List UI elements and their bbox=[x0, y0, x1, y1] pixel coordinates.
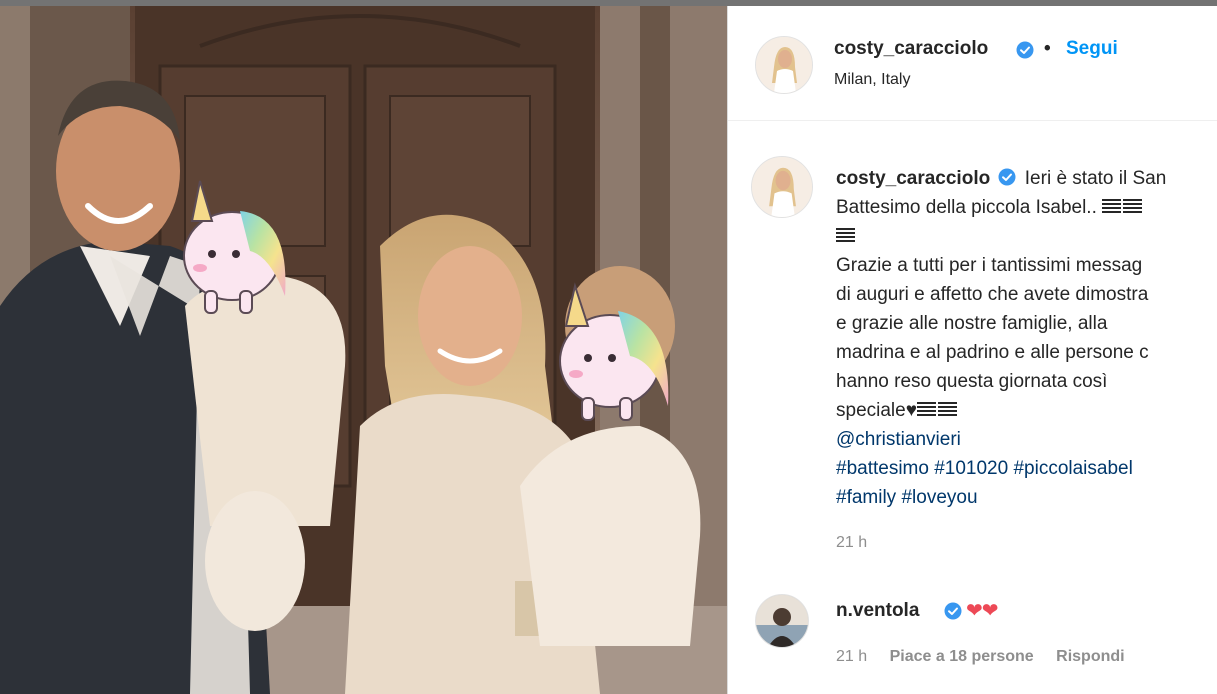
caption-line-2: Battesimo della piccola Isabel.. bbox=[836, 197, 1097, 218]
hashtags-line-2[interactable]: #family #loveyou bbox=[836, 483, 1217, 512]
caption-timestamp[interactable]: 21 h bbox=[836, 534, 867, 552]
follow-button[interactable]: Segui bbox=[1066, 38, 1118, 60]
verified-badge-icon bbox=[1016, 41, 1034, 59]
emoji-placeholder-icon bbox=[1102, 199, 1122, 214]
caption-line-5: di auguri e affetto che avete dimostra bbox=[836, 284, 1149, 305]
caption-line-6: e grazie alle nostre famiglie, alla bbox=[836, 313, 1108, 334]
author-avatar[interactable] bbox=[755, 36, 813, 94]
comment-timestamp[interactable]: 21 h bbox=[836, 648, 867, 665]
caption-line-7: madrina e al padrino e alle persone c bbox=[836, 342, 1149, 363]
mention-link[interactable]: @christianvieri bbox=[836, 425, 1217, 454]
emoji-placeholder-icon bbox=[917, 402, 936, 417]
post-caption: costy_caracciolo Ieri è stato il San Bat… bbox=[836, 164, 1217, 512]
post-photo[interactable] bbox=[0, 6, 727, 694]
comment-likes-button[interactable]: Piace a 18 persone bbox=[890, 648, 1034, 665]
caption-line-9: speciale♥ bbox=[836, 400, 917, 421]
emoji-placeholder-icon bbox=[836, 228, 855, 243]
caption-author-avatar[interactable] bbox=[751, 156, 813, 218]
comment-meta: 21 h Piace a 18 persone Rispondi bbox=[836, 648, 1143, 666]
reply-button[interactable]: Rispondi bbox=[1056, 648, 1124, 665]
verified-badge-icon bbox=[944, 602, 962, 620]
caption-line-4: Grazie a tutti per i tantissimi messag bbox=[836, 255, 1143, 276]
header-separator: • bbox=[1044, 38, 1051, 59]
verified-badge-icon bbox=[998, 168, 1016, 186]
caption-line-1: Ieri è stato il San bbox=[1024, 168, 1167, 189]
header-divider bbox=[728, 120, 1217, 121]
emoji-placeholder-icon bbox=[938, 402, 957, 417]
author-username[interactable]: costy_caracciolo bbox=[834, 38, 988, 60]
post-location[interactable]: Milan, Italy bbox=[834, 71, 910, 89]
comment-username[interactable]: n.ventola bbox=[836, 600, 919, 622]
post-sidebar: costy_caracciolo • Segui Milan, Italy co… bbox=[727, 6, 1217, 694]
caption-line-8: hanno reso questa giornata così bbox=[836, 371, 1108, 392]
emoji-placeholder-icon bbox=[1123, 199, 1143, 214]
hashtags-line-1[interactable]: #battesimo #101020 #piccolaisabel bbox=[836, 454, 1217, 483]
comment-text: ❤❤ bbox=[966, 600, 999, 622]
commenter-avatar[interactable] bbox=[755, 594, 809, 648]
caption-username[interactable]: costy_caracciolo bbox=[836, 168, 990, 189]
